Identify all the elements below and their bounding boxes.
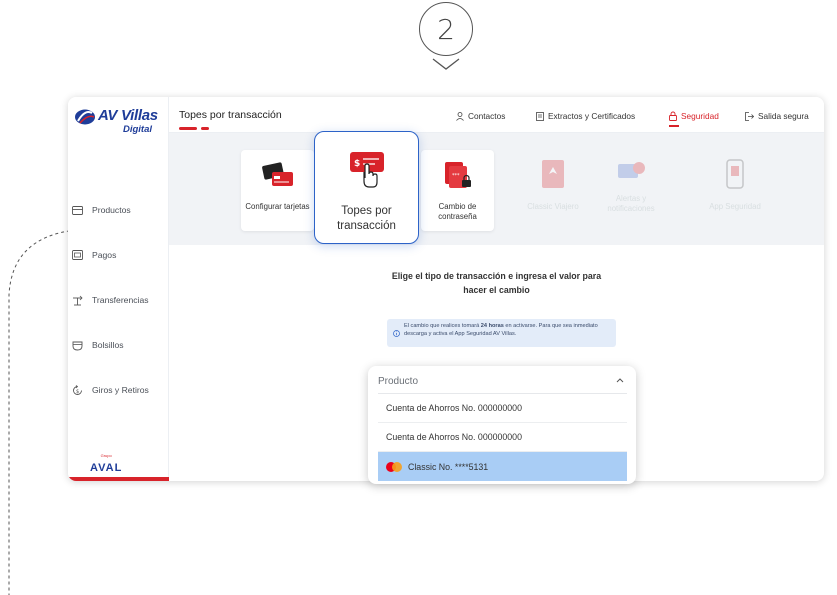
page-title: Topes por transacción — [179, 109, 282, 121]
instruction-line-1: Elige el tipo de transacción e ingresa e… — [391, 271, 602, 281]
nav-salida-segura[interactable]: Salida segura — [745, 111, 809, 121]
av-villas-logo: AV Villas Digital — [74, 107, 164, 143]
producto-dropdown[interactable]: Producto Cuenta de Ahorros No. 000000000… — [368, 366, 636, 484]
document-icon — [536, 111, 544, 121]
info-notice: El cambio que realices tomará 24 horas e… — [387, 319, 616, 347]
wallet-icon — [71, 204, 83, 216]
sidebar-item-bolsillos[interactable]: Bolsillos — [68, 333, 169, 357]
step-number: 2 — [437, 12, 455, 46]
chevron-up-icon[interactable] — [616, 377, 624, 383]
card-cambio-contrasena[interactable]: *** Cambio de contraseña — [421, 150, 494, 231]
sidebar-item-label: Pagos — [92, 250, 117, 260]
sidebar-item-label: Bolsillos — [92, 340, 124, 350]
step-number-circle: 2 — [419, 2, 473, 56]
alert-envelope-icon — [618, 162, 645, 178]
card-alertas[interactable]: Alertas y notificaciones — [592, 150, 670, 231]
card-app-seguridad[interactable]: App Seguridad — [689, 150, 781, 231]
mastercard-icon — [386, 461, 402, 472]
card-classic-viajero[interactable]: Classic Viajero — [514, 150, 592, 231]
title-underline — [179, 127, 209, 130]
aval-group-text: Grupo — [100, 453, 112, 458]
card-label: Configurar tarjetas — [245, 202, 310, 211]
dropdown-option[interactable]: Cuenta de Ahorros No. 000000000 — [378, 394, 627, 423]
nav-seguridad[interactable]: Seguridad — [669, 111, 719, 127]
user-icon — [456, 111, 464, 121]
logo-brand-text: AV Villas — [98, 107, 158, 124]
nav-label: Seguridad — [681, 111, 719, 121]
sidebar-item-giros[interactable]: $ Giros y Retiros — [68, 378, 169, 402]
card-label: Topes por transacción — [337, 205, 396, 232]
transfer-icon — [71, 294, 83, 306]
dropdown-options: Cuenta de Ahorros No. 000000000 Cuenta d… — [378, 393, 627, 481]
travel-ticket-icon — [542, 160, 564, 188]
svg-text:$: $ — [76, 389, 79, 395]
password-card-icon: *** — [445, 162, 471, 188]
nav-label: Contactos — [468, 111, 506, 121]
card-label: Classic Viajero — [527, 202, 579, 211]
svg-text:$: $ — [354, 159, 360, 169]
grupo-aval-logo: Grupo AVAL — [90, 453, 122, 476]
card-label: Cambio de contraseña — [438, 202, 477, 221]
logo-mark-icon — [75, 109, 95, 125]
nav-extractos[interactable]: Extractos y Certificados — [536, 111, 635, 121]
hand-tap-card-icon: $ — [350, 152, 384, 188]
sidebar-item-productos[interactable]: Productos — [68, 198, 169, 222]
pocket-icon — [71, 339, 83, 351]
card-pay-icon — [71, 249, 83, 261]
dropdown-option-selected[interactable]: Classic No. ****5131 — [378, 452, 627, 481]
nav-label: Salida segura — [758, 111, 809, 121]
sidebar-item-pagos[interactable]: Pagos — [68, 243, 169, 267]
card-label: Alertas y notificaciones — [607, 194, 655, 213]
phone-icon — [726, 159, 744, 189]
cards-icon — [262, 162, 293, 186]
card-configurar-tarjetas[interactable]: Configurar tarjetas — [241, 150, 314, 231]
sidebar-item-label: Productos — [92, 205, 131, 215]
security-options-band: Configurar tarjetas *** Cambio de contra… — [169, 133, 824, 245]
dropdown-label: Producto — [378, 376, 419, 387]
info-icon — [393, 324, 400, 343]
card-topes-por-transaccion[interactable]: $ Topes por transacción — [314, 131, 419, 244]
sidebar: AV Villas Digital Productos Pagos Transf… — [68, 97, 169, 481]
lock-icon — [669, 111, 677, 121]
sidebar-accent-bar — [68, 477, 169, 481]
nav-label: Extractos y Certificados — [548, 111, 636, 121]
logout-icon — [745, 111, 754, 121]
top-bar: Topes por transacción Contactos Extracto… — [169, 97, 824, 133]
nav-contactos[interactable]: Contactos — [456, 111, 505, 121]
sidebar-item-transferencias[interactable]: Transferencias — [68, 288, 169, 312]
chevron-down-icon — [432, 58, 460, 70]
instruction-line-2: hacer el cambio — [463, 285, 530, 295]
info-text: El cambio que realices tomará 24 horas e… — [404, 323, 598, 337]
aval-name-text: AVAL — [90, 462, 123, 474]
withdraw-icon: $ — [71, 384, 83, 396]
svg-text:***: *** — [452, 173, 460, 179]
dropdown-option[interactable]: Cuenta de Ahorros No. 000000000 — [378, 423, 627, 452]
sidebar-item-label: Giros y Retiros — [92, 385, 149, 395]
sidebar-item-label: Transferencias — [92, 295, 149, 305]
instruction-text: Elige el tipo de transacción e ingresa e… — [169, 269, 824, 297]
card-label: App Seguridad — [709, 202, 761, 211]
logo-sub-text: Digital — [122, 124, 152, 135]
